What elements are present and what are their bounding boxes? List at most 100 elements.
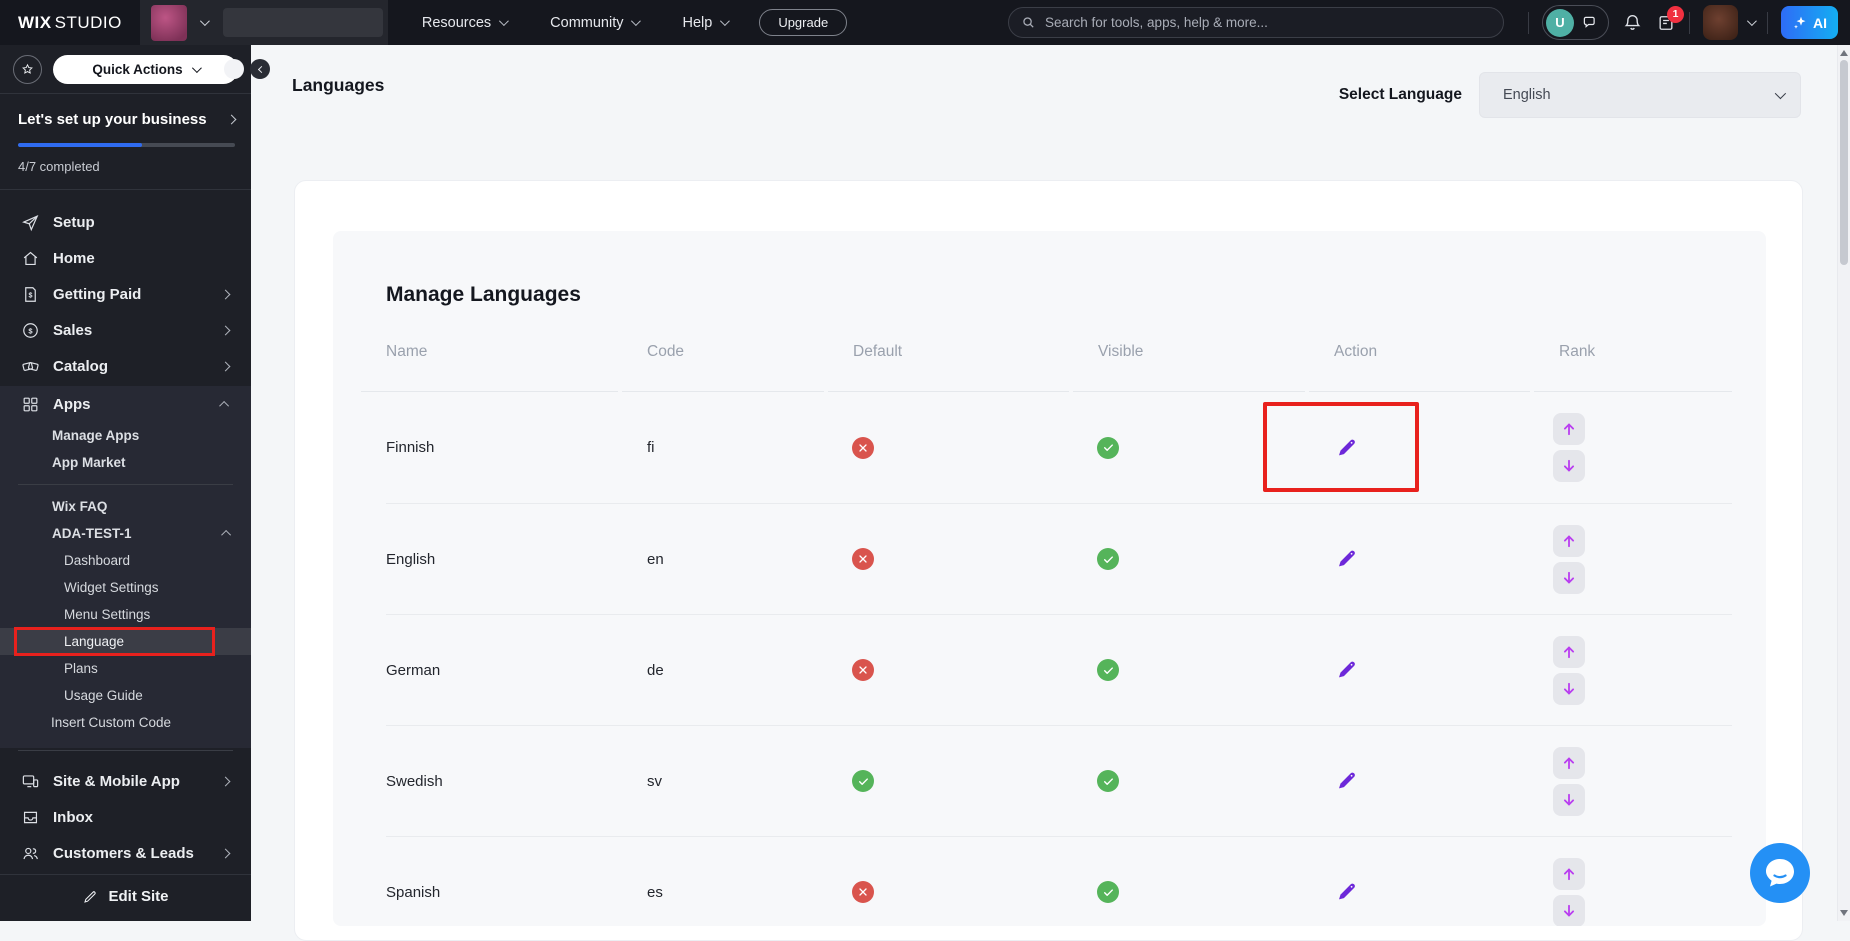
site-selector[interactable]	[139, 0, 388, 45]
ai-assistant-button[interactable]: AI	[1781, 6, 1838, 39]
sidebar-item-home[interactable]: Home	[0, 240, 251, 276]
favorites-button[interactable]	[13, 54, 42, 84]
sidebar-item-wix-faq[interactable]: Wix FAQ	[0, 493, 251, 520]
nav-help[interactable]: Help	[660, 0, 749, 45]
sidebar-item-setup[interactable]: Setup	[0, 204, 251, 240]
logo-wix: WIX	[18, 12, 52, 32]
notification-badge: 1	[1667, 5, 1684, 23]
edit-language-button[interactable]	[1330, 765, 1362, 797]
nav-resources[interactable]: Resources	[400, 0, 528, 45]
sidebar-item-inbox[interactable]: Inbox	[0, 799, 251, 835]
devices-icon	[20, 772, 40, 791]
edit-language-button[interactable]	[1330, 543, 1362, 575]
select-language-label: Select Language	[1338, 86, 1462, 103]
sidebar-item-menu-settings[interactable]: Menu Settings	[0, 601, 251, 628]
arrow-up-icon	[1563, 868, 1575, 880]
upgrade-button[interactable]: Upgrade	[759, 9, 848, 36]
sidebar-item-label: Sales	[53, 321, 93, 339]
nav-community[interactable]: Community	[528, 0, 660, 45]
nav-label: Community	[550, 14, 624, 31]
sidebar-item-insert-custom-code[interactable]: Insert Custom Code	[0, 709, 251, 736]
topbar-search[interactable]	[1008, 7, 1504, 38]
scroll-down-arrow[interactable]	[1840, 910, 1848, 916]
check-icon	[1103, 444, 1113, 451]
column-header-name: Name	[361, 339, 647, 392]
sidebar-item-plans[interactable]: Plans	[0, 655, 251, 682]
svg-text:$: $	[28, 291, 32, 299]
sidebar-item-manage-apps[interactable]: Manage Apps	[0, 422, 251, 449]
chevron-down-icon	[191, 62, 202, 73]
pencil-icon	[1339, 661, 1355, 678]
pencil-icon	[1339, 550, 1355, 567]
table-row: Finnish fi	[386, 392, 1732, 503]
sidebar-collapse-button[interactable]	[250, 59, 270, 79]
visible-status-icon	[1097, 659, 1119, 681]
sidebar-item-label: Dashboard	[64, 553, 131, 568]
topbar-nav: Resources Community Help	[400, 0, 749, 45]
search-input[interactable]	[1045, 15, 1465, 30]
sidebar-item-customers-leads[interactable]: Customers & Leads	[0, 835, 251, 871]
sidebar-item-language[interactable]: Language	[0, 627, 251, 656]
home-icon	[20, 249, 40, 268]
top-bar: WIX STUDIO Resources Community Help Upgra…	[0, 0, 1850, 45]
arrow-down-icon	[1563, 904, 1575, 916]
chevron-right-icon	[220, 361, 231, 371]
star-icon	[22, 63, 33, 74]
notifications-button[interactable]	[1622, 12, 1643, 33]
sidebar-item-app-market[interactable]: App Market	[0, 449, 251, 476]
sidebar-item-sales[interactable]: $ Sales	[0, 312, 251, 348]
language-name: German	[386, 661, 441, 679]
account-menu[interactable]	[1703, 5, 1757, 40]
user-chat-pill[interactable]: U	[1542, 5, 1609, 40]
sidebar-item-catalog[interactable]: Catalog	[0, 348, 251, 384]
wix-studio-logo[interactable]: WIX STUDIO	[18, 13, 122, 33]
people-icon	[20, 844, 40, 863]
sidebar-item-getting-paid[interactable]: $ Getting Paid	[0, 276, 251, 312]
edit-language-button[interactable]	[1330, 876, 1362, 908]
dollar-circle-icon: $	[20, 321, 40, 340]
column-header-rank: Rank	[1534, 339, 1732, 392]
sidebar-item-label: Manage Apps	[52, 428, 140, 443]
setup-progress-fill	[18, 143, 142, 147]
quick-actions-button[interactable]: Quick Actions	[53, 54, 238, 84]
sidebar-nav-top: Setup Home $ Getting Paid $ Sales Catalo…	[0, 190, 251, 384]
sidebar-item-ada-test-1[interactable]: ADA-TEST-1	[0, 520, 251, 547]
chat-support-button[interactable]	[1750, 843, 1810, 903]
sidebar-item-label: Customers & Leads	[53, 844, 194, 862]
sidebar-item-apps[interactable]: Apps	[0, 386, 251, 422]
scroll-up-arrow[interactable]	[1840, 50, 1848, 56]
nav-label: Help	[682, 14, 713, 31]
cross-icon	[859, 666, 867, 674]
sidebar-item-label: App Market	[52, 455, 126, 470]
table-header: Name Code Default Visible Action Rank	[361, 339, 1732, 392]
language-code: fi	[647, 439, 655, 456]
chevron-down-icon	[720, 16, 731, 27]
sidebar-item-dashboard[interactable]: Dashboard	[0, 547, 251, 574]
edit-site-button[interactable]: Edit Site	[82, 888, 169, 905]
scrollbar-thumb[interactable]	[1840, 60, 1848, 265]
column-header-default: Default	[828, 339, 1098, 392]
language-name: English	[386, 550, 436, 568]
updates-button[interactable]: 1	[1656, 5, 1684, 33]
table-row: English en	[386, 503, 1732, 614]
sidebar-item-label: Apps	[53, 395, 91, 413]
language-name: Finnish	[386, 439, 435, 456]
sidebar-item-label: Menu Settings	[64, 607, 151, 622]
edit-language-button[interactable]	[1330, 654, 1362, 686]
sidebar-item-label: Inbox	[53, 808, 93, 826]
visible-status-icon	[1097, 881, 1119, 903]
sidebar-item-label: Catalog	[53, 357, 109, 375]
language-select[interactable]: English	[1479, 72, 1801, 118]
table-row: German de	[386, 614, 1732, 725]
sidebar-item-widget-settings[interactable]: Widget Settings	[0, 574, 251, 601]
highlight-box-language	[14, 627, 215, 656]
column-header-visible: Visible	[1073, 339, 1334, 392]
highlight-box-action	[1263, 402, 1419, 492]
vertical-scrollbar[interactable]	[1837, 45, 1850, 921]
sidebar-item-site-mobile-app[interactable]: Site & Mobile App	[0, 763, 251, 799]
setup-progress-card[interactable]: Let's set up your business 4/7 completed	[0, 94, 251, 190]
arrow-down-icon	[1563, 571, 1575, 583]
sidebar-item-usage-guide[interactable]: Usage Guide	[0, 682, 251, 709]
arrow-up-icon	[1563, 757, 1575, 769]
language-code: sv	[647, 772, 662, 790]
